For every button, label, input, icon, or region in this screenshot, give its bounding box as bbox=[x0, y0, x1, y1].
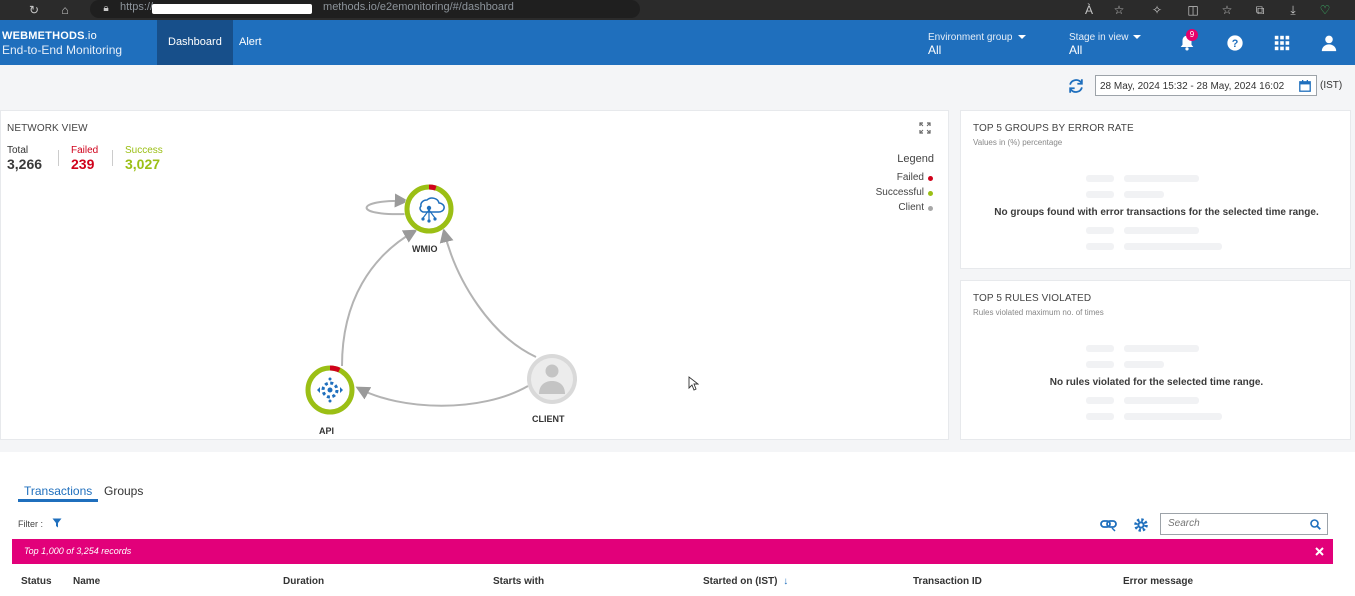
environment-group-label: Environment group bbox=[928, 32, 1013, 43]
top-rules-subtitle: Rules violated maximum no. of times bbox=[973, 308, 1104, 317]
filter-label: Filter : bbox=[18, 519, 44, 529]
transactions-section bbox=[0, 452, 1355, 596]
node-client-label: CLIENT bbox=[532, 414, 565, 424]
placeholder-bar bbox=[1124, 191, 1164, 198]
placeholder-bar bbox=[1124, 243, 1222, 250]
column-header-started-on[interactable]: Started on (IST) ↓ bbox=[703, 576, 788, 587]
favorite-star-icon[interactable]: ☆ bbox=[1111, 2, 1127, 18]
address-bar[interactable]: 🔒︎ https://methods.io/e2emonitoring/#/da… bbox=[90, 0, 640, 18]
search-input[interactable] bbox=[1166, 517, 1310, 530]
placeholder-bar bbox=[1086, 191, 1114, 198]
column-header-transaction-id[interactable]: Transaction ID bbox=[913, 576, 982, 587]
svg-text:?: ? bbox=[1232, 38, 1239, 50]
brand-subtitle: End-to-End Monitoring bbox=[2, 43, 123, 57]
placeholder-bar bbox=[1086, 227, 1114, 234]
settings-gear-icon[interactable] bbox=[1133, 517, 1149, 533]
calendar-icon[interactable] bbox=[1299, 80, 1311, 92]
filter-control[interactable]: Filter : bbox=[18, 518, 62, 529]
tab-transactions[interactable]: Transactions bbox=[24, 484, 92, 498]
mouse-cursor-icon bbox=[688, 376, 699, 391]
tab-dashboard[interactable]: Dashboard bbox=[157, 20, 233, 65]
placeholder-bar bbox=[1124, 227, 1199, 234]
link-icon[interactable] bbox=[1100, 518, 1118, 532]
top-rules-empty-message: No rules violated for the selected time … bbox=[1049, 377, 1264, 388]
top-groups-panel: TOP 5 GROUPS BY ERROR RATE Values in (%)… bbox=[960, 110, 1351, 269]
filter-funnel-icon[interactable] bbox=[52, 518, 62, 528]
placeholder-bar bbox=[1124, 361, 1164, 368]
network-view-panel: NETWORK VIEW Total 3,266 Failed 239 Succ… bbox=[0, 110, 949, 440]
placeholder-bar bbox=[1086, 361, 1114, 368]
tab-groups[interactable]: Groups bbox=[104, 484, 143, 498]
chevron-down-icon bbox=[1017, 35, 1026, 40]
help-icon[interactable]: ? bbox=[1226, 34, 1244, 52]
top-groups-subtitle: Values in (%) percentage bbox=[973, 138, 1063, 147]
collections-icon[interactable]: ⧉ bbox=[1252, 2, 1268, 18]
home-icon[interactable]: ⌂ bbox=[57, 2, 73, 18]
top-rules-panel: TOP 5 RULES VIOLATED Rules violated maxi… bbox=[960, 280, 1351, 440]
environment-group-value: All bbox=[928, 43, 942, 57]
top-rules-title: TOP 5 RULES VIOLATED bbox=[973, 293, 1092, 304]
network-graph bbox=[305, 184, 577, 415]
column-header-started-on-label: Started on (IST) bbox=[703, 576, 778, 587]
tab-alert[interactable]: Alert bbox=[228, 20, 273, 65]
browser-toolbar: ↻ ⌂ 🔒︎ https://methods.io/e2emonitoring/… bbox=[0, 0, 1355, 20]
placeholder-bar bbox=[1086, 175, 1114, 182]
placeholder-bar bbox=[1086, 345, 1114, 352]
column-header-name[interactable]: Name bbox=[73, 576, 100, 587]
timezone-label: (IST) bbox=[1320, 80, 1343, 91]
column-header-starts-with[interactable]: Starts with bbox=[493, 576, 544, 587]
sort-arrow-down-icon[interactable]: ↓ bbox=[783, 576, 788, 587]
apps-grid-icon[interactable] bbox=[1273, 34, 1291, 52]
placeholder-bar bbox=[1086, 413, 1114, 420]
stage-in-view-label: Stage in view bbox=[1069, 32, 1129, 43]
node-client bbox=[527, 354, 577, 404]
records-banner: Top 1,000 of 3,254 records bbox=[12, 539, 1333, 564]
reload-icon[interactable]: ↻ bbox=[26, 2, 42, 18]
column-header-status[interactable]: Status bbox=[21, 576, 52, 587]
refresh-icon[interactable] bbox=[1067, 77, 1085, 95]
node-api bbox=[305, 365, 355, 415]
stage-in-view-dropdown[interactable]: Stage in view All bbox=[1069, 32, 1142, 57]
placeholder-bar bbox=[1086, 243, 1114, 250]
environment-group-dropdown[interactable]: Environment group All bbox=[928, 32, 1026, 57]
top-groups-title: TOP 5 GROUPS BY ERROR RATE bbox=[973, 123, 1134, 134]
date-range-value: 28 May, 2024 15:32 - 28 May, 2024 16:02 bbox=[1100, 81, 1285, 92]
stage-in-view-value: All bbox=[1069, 43, 1083, 57]
edge-client-to-wmio bbox=[439, 228, 537, 358]
node-api-label: API bbox=[319, 426, 335, 436]
favorites-icon[interactable]: ☆ bbox=[1219, 2, 1235, 18]
node-wmio-label: WMIO bbox=[412, 244, 438, 254]
placeholder-bar bbox=[1124, 413, 1222, 420]
lock-icon: 🔒︎ bbox=[103, 3, 109, 14]
placeholder-bar bbox=[1124, 175, 1199, 182]
chevron-down-icon bbox=[1133, 35, 1142, 40]
placeholder-bar bbox=[1124, 345, 1199, 352]
app-header: WEBMETHODS.io End-to-End Monitoring Dash… bbox=[0, 20, 1355, 65]
edge-wmio-self-loop bbox=[365, 193, 409, 216]
user-icon[interactable] bbox=[1320, 34, 1338, 52]
extensions-icon[interactable]: ✧ bbox=[1149, 2, 1165, 18]
split-screen-icon[interactable]: ◫ bbox=[1185, 2, 1201, 18]
placeholder-bar bbox=[1124, 397, 1199, 404]
search-icon[interactable] bbox=[1310, 519, 1321, 530]
notification-count-badge: 9 bbox=[1186, 29, 1198, 41]
close-icon[interactable] bbox=[1315, 547, 1324, 556]
column-header-error-message[interactable]: Error message bbox=[1123, 576, 1193, 587]
top-groups-empty-message: No groups found with error transactions … bbox=[994, 207, 1319, 218]
brand-logo[interactable]: WEBMETHODS.io bbox=[2, 30, 97, 42]
placeholder-bar bbox=[1086, 397, 1114, 404]
date-range-picker[interactable]: 28 May, 2024 15:32 - 28 May, 2024 16:02 bbox=[1095, 75, 1317, 96]
edge-api-to-wmio bbox=[341, 229, 418, 367]
node-wmio bbox=[404, 184, 454, 234]
browser-essentials-icon[interactable]: ♡ bbox=[1317, 2, 1333, 18]
edge-client-to-api bbox=[355, 385, 529, 407]
download-icon[interactable]: ⤓ bbox=[1285, 2, 1301, 18]
records-message: Top 1,000 of 3,254 records bbox=[24, 546, 132, 556]
column-header-duration[interactable]: Duration bbox=[283, 576, 324, 587]
active-tab-indicator bbox=[18, 499, 98, 502]
redacted-url-segment bbox=[152, 4, 312, 14]
read-aloud-icon[interactable]: À bbox=[1081, 2, 1097, 18]
search-box[interactable] bbox=[1160, 513, 1328, 535]
